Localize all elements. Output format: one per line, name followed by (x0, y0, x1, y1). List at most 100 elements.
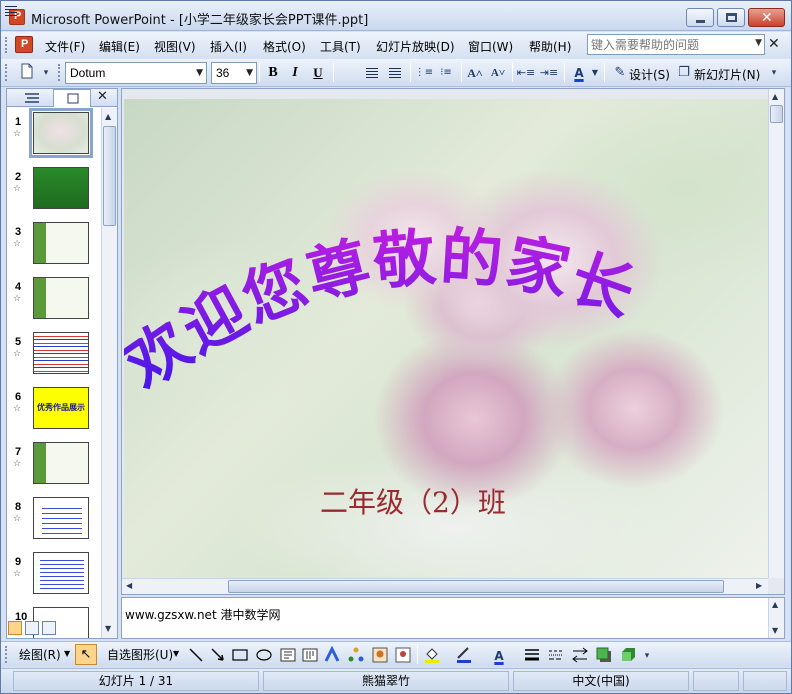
scroll-up-icon[interactable]: ▲ (105, 112, 111, 121)
underline-button[interactable]: U (308, 63, 328, 83)
help-search-box[interactable]: ▼ (587, 34, 765, 55)
slide-subtitle[interactable]: 二年级（2）班 (320, 481, 506, 521)
toolbar-grip-handle[interactable] (5, 646, 9, 663)
menu-slideshow[interactable]: 幻灯片放映(D) (376, 38, 455, 55)
slide-thumbnail[interactable]: 1 ☆ (7, 108, 101, 162)
scroll-up-icon[interactable]: ▲ (772, 600, 778, 609)
notes-pane[interactable]: www.gzsxw.net 港中数学网 ▲ ▼ (121, 597, 785, 639)
slide-thumbnail[interactable]: 3 ☆ (7, 222, 101, 272)
dash-style-icon[interactable] (547, 646, 565, 664)
font-color-icon[interactable]: A (489, 646, 509, 666)
font-color-dropdown-icon[interactable]: ▼ (589, 63, 601, 83)
scrollbar-thumb[interactable] (103, 126, 116, 226)
scroll-up-icon[interactable]: ▲ (772, 92, 778, 101)
arrow-tool-icon[interactable] (209, 646, 227, 664)
menu-grip-handle[interactable] (5, 37, 9, 53)
slide-thumbnail[interactable]: 8 ☆ (7, 497, 101, 547)
bold-button[interactable]: B (263, 63, 283, 83)
close-button[interactable]: ✕ (748, 8, 785, 27)
diagram-icon[interactable] (347, 646, 365, 664)
slide-canvas[interactable]: 欢迎您尊敬的家长 二年级（2）班 (124, 99, 768, 579)
menu-window[interactable]: 窗口(W) (468, 38, 513, 55)
toolbar-overflow-icon[interactable]: ▾ (767, 63, 781, 83)
design-icon[interactable]: ✎ (610, 63, 630, 83)
scroll-down-icon[interactable]: ▼ (772, 626, 778, 635)
slide-thumbnail[interactable]: 2 ☆ (7, 167, 101, 217)
menu-file[interactable]: 文件(F) (45, 38, 85, 55)
menu-help[interactable]: 帮助(H) (529, 38, 571, 55)
normal-view-button[interactable] (8, 621, 22, 635)
rectangle-tool-icon[interactable] (231, 646, 249, 664)
scrollbar-thumb[interactable] (228, 580, 724, 593)
font-color-icon[interactable]: A (569, 63, 589, 83)
vertical-textbox-icon[interactable] (301, 646, 319, 664)
slide-thumbnail[interactable]: 5 ☆ (7, 332, 101, 382)
scroll-down-icon[interactable]: ▼ (105, 624, 111, 633)
increase-indent-icon[interactable]: ⇥≡ (539, 63, 559, 83)
toolbar-grip-handle[interactable] (5, 64, 9, 81)
bullet-list-icon[interactable]: ⁝≡ (436, 63, 456, 83)
decrease-indent-icon[interactable]: ⇤≡ (516, 63, 536, 83)
tab-outline[interactable] (11, 90, 51, 106)
slide-thumbnail[interactable]: 9 ☆ (7, 552, 101, 602)
toolbar-grip-handle[interactable] (58, 64, 62, 81)
textbox-tool-icon[interactable] (279, 646, 297, 664)
thumbnail-scrollbar[interactable]: ▲ ▼ (101, 108, 117, 638)
arrow-style-icon[interactable] (571, 646, 589, 664)
chevron-down-icon[interactable]: ▼ (173, 649, 179, 658)
editor-horizontal-scrollbar[interactable]: ◀ ▶ (122, 578, 768, 594)
chevron-down-icon[interactable]: ▼ (64, 649, 70, 658)
help-dropdown-arrow-icon[interactable]: ▼ (755, 38, 762, 48)
document-close-icon[interactable]: ✕ (768, 36, 780, 52)
wordart-icon[interactable] (323, 646, 341, 664)
line-tool-icon[interactable] (187, 646, 205, 664)
panel-close-icon[interactable]: ✕ (97, 89, 108, 104)
decrease-font-icon[interactable]: A˅ (488, 63, 508, 83)
notes-text[interactable]: www.gzsxw.net 港中数学网 (125, 606, 280, 623)
notes-scrollbar[interactable]: ▲ ▼ (768, 598, 784, 638)
italic-button[interactable]: I (285, 63, 305, 83)
new-document-icon[interactable] (17, 63, 37, 83)
menu-insert[interactable]: 插入(I) (210, 38, 247, 55)
menu-view[interactable]: 视图(V) (154, 38, 196, 55)
design-button[interactable]: 设计(S) (629, 66, 670, 83)
scroll-right-icon[interactable]: ▶ (756, 581, 762, 590)
numbered-list-icon[interactable]: ⋮≡ (414, 63, 434, 83)
increase-font-icon[interactable]: A˄ (465, 63, 485, 83)
font-size-select[interactable]: 36 ▼ (211, 62, 257, 84)
document-icon[interactable] (15, 36, 33, 53)
chevron-down-icon[interactable]: ▼ (196, 68, 203, 78)
line-color-icon[interactable] (455, 646, 473, 664)
minimize-button[interactable] (686, 8, 714, 27)
menu-edit[interactable]: 编辑(E) (99, 38, 140, 55)
toolbar-overflow-icon[interactable]: ▾ (641, 646, 653, 666)
menu-format[interactable]: 格式(O) (263, 38, 306, 55)
3d-style-icon[interactable] (619, 646, 637, 664)
line-style-icon[interactable] (523, 646, 541, 664)
slide-sorter-view-button[interactable] (25, 621, 39, 635)
menu-tools[interactable]: 工具(T) (320, 38, 361, 55)
oval-tool-icon[interactable] (255, 646, 273, 664)
align-right-icon[interactable] (385, 63, 405, 83)
toolbar-overflow-icon[interactable]: ▾ (39, 63, 53, 83)
new-slide-button[interactable]: 新幻灯片(N) (694, 66, 760, 83)
scrollbar-thumb[interactable] (770, 105, 783, 123)
slide-thumbnail[interactable]: 7 ☆ (7, 442, 101, 492)
insert-picture-icon[interactable] (394, 646, 412, 664)
editor-vertical-scrollbar[interactable]: ▲ ⇞ ⇟ ▼ (768, 89, 784, 578)
maximize-button[interactable] (717, 8, 745, 27)
tab-slides[interactable] (53, 89, 91, 107)
font-name-select[interactable]: Dotum ▼ (65, 62, 207, 84)
select-pointer-button[interactable]: ↖ (75, 644, 97, 665)
draw-menu-button[interactable]: 绘图(R) (19, 646, 61, 663)
align-center-icon[interactable] (362, 63, 382, 83)
slideshow-view-button[interactable] (42, 621, 56, 635)
new-slide-icon[interactable]: ❐ (674, 63, 694, 83)
fill-color-icon[interactable] (423, 646, 441, 664)
help-search-input[interactable] (588, 35, 746, 54)
shadow-style-icon[interactable] (595, 646, 613, 664)
chevron-down-icon[interactable]: ▼ (246, 68, 253, 78)
clipart-icon[interactable] (371, 646, 389, 664)
slide-thumbnail[interactable]: 4 ☆ (7, 277, 101, 327)
autoshapes-button[interactable]: 自选图形(U) (107, 646, 173, 663)
